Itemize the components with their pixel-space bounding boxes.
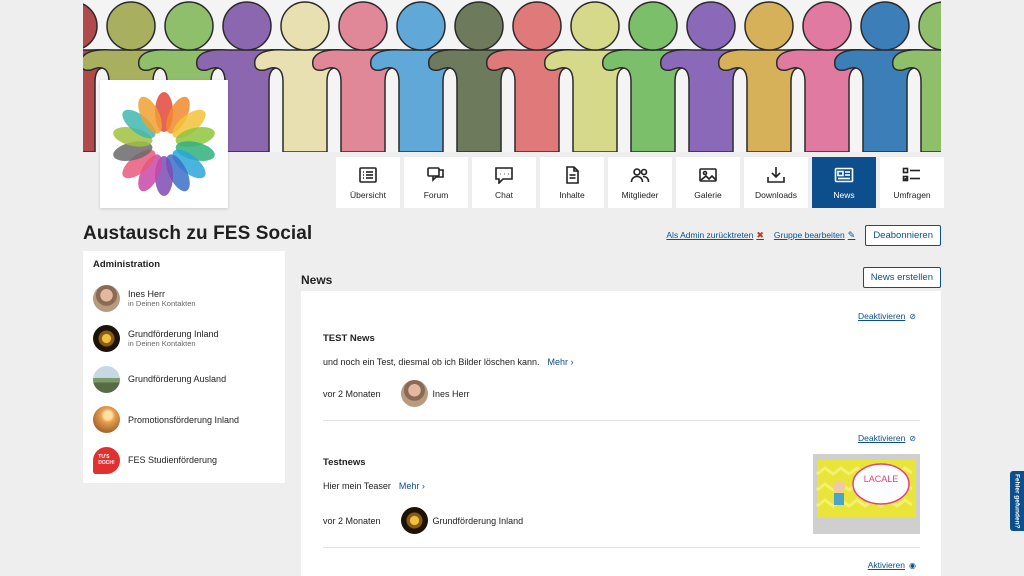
more-label: Mehr xyxy=(547,357,568,367)
tab-label: Mitglieder xyxy=(621,189,659,200)
news-author[interactable]: Ines Herr xyxy=(433,389,470,399)
avatar xyxy=(93,365,120,393)
news-item: Deaktivieren ⊘ Testnews Hier mein Teaser M… xyxy=(323,421,920,548)
deactivate-link[interactable]: Deaktivieren ⊘ xyxy=(858,433,916,443)
leave-admin-link[interactable]: Als Admin zurücktreten ✖ xyxy=(666,230,763,241)
activate-label: Aktivieren xyxy=(867,560,906,570)
member-name: FES Studienförderung xyxy=(128,455,218,466)
chevron-right-icon: › xyxy=(570,357,574,367)
pencil-icon: ✎ xyxy=(847,230,856,240)
more-link[interactable]: Mehr › xyxy=(399,481,425,491)
poll-icon xyxy=(902,167,920,181)
news-item: Aktivieren ◉ xyxy=(323,548,920,576)
tab-label: Inhalte xyxy=(559,189,585,200)
group-tabs: Übersicht Forum Chat Inhalte Mitglieder … xyxy=(336,157,944,208)
news-icon xyxy=(834,167,854,182)
news-teaser: Hier mein Teaser Mehr › xyxy=(323,481,425,491)
tab-chat[interactable]: Chat xyxy=(472,157,536,208)
group-page: Übersicht Forum Chat Inhalte Mitglieder … xyxy=(0,0,1024,576)
group-actions: Als Admin zurücktreten ✖ Gruppe bearbeite… xyxy=(666,225,941,246)
member-name: Grundförderung Ausland xyxy=(128,374,227,385)
avatar: TU'S DOCH! xyxy=(93,446,120,474)
tab-gallery[interactable]: Galerie xyxy=(676,157,740,208)
news-title[interactable]: TEST News xyxy=(323,333,375,344)
member-item[interactable]: Grundförderung Inland in Deinen Kontakte… xyxy=(93,319,275,360)
tab-label: Übersicht xyxy=(350,189,386,200)
unsubscribe-button[interactable]: Deabonnieren xyxy=(865,225,941,246)
eye-slash-icon: ⊘ xyxy=(909,434,916,443)
news-section-heading: News xyxy=(301,273,333,287)
deactivate-label: Deaktivieren xyxy=(858,311,906,321)
avatar xyxy=(93,284,120,312)
news-thumbnail[interactable]: LACALE xyxy=(813,454,920,534)
deactivate-label: Deaktivieren xyxy=(858,433,906,443)
avatar[interactable] xyxy=(400,380,428,407)
member-item[interactable]: Promotionsförderung Inland xyxy=(93,400,275,441)
tab-downloads[interactable]: Downloads xyxy=(744,157,808,208)
news-meta: vor 2 Monaten Grundförderung Inland xyxy=(323,507,523,534)
news-teaser-text: und noch ein Test, diesmal ob ich Bilder… xyxy=(323,357,540,367)
tab-label: Downloads xyxy=(754,189,798,200)
avatar[interactable] xyxy=(400,507,428,534)
member-sub: in Deinen Kontakten xyxy=(128,339,196,349)
chat-icon xyxy=(495,166,513,184)
create-news-button[interactable]: News erstellen xyxy=(862,267,941,288)
news-teaser-text: Hier mein Teaser xyxy=(323,481,391,491)
avatar xyxy=(93,325,120,353)
tab-label: News xyxy=(833,189,855,200)
list-icon xyxy=(359,166,377,183)
chevron-right-icon: › xyxy=(421,481,425,491)
download-icon xyxy=(767,166,785,183)
edit-group-link[interactable]: Gruppe bearbeiten ✎ xyxy=(774,230,855,241)
member-item[interactable]: Ines Herr in Deinen Kontakten xyxy=(93,278,275,319)
members-icon xyxy=(630,167,650,182)
sidebar-heading: Administration xyxy=(93,259,161,270)
news-time: vor 2 Monaten xyxy=(323,388,381,399)
admin-sidebar: Administration Ines Herr in Deinen Konta… xyxy=(83,251,285,483)
thumbnail-text: LACALE xyxy=(864,474,899,484)
tab-forum[interactable]: Forum xyxy=(404,157,468,208)
news-time: vor 2 Monaten xyxy=(323,515,381,526)
member-name: Promotionsförderung Inland xyxy=(128,414,240,425)
activate-link[interactable]: Aktivieren ◉ xyxy=(868,560,916,570)
news-list: Deaktivieren ⊘ TEST News und noch ein Tes… xyxy=(301,291,941,576)
tab-content[interactable]: Inhalte xyxy=(540,157,604,208)
tab-members[interactable]: Mitglieder xyxy=(608,157,672,208)
avatar xyxy=(93,406,120,434)
more-label: Mehr xyxy=(398,481,420,491)
member-item[interactable]: TU'S DOCH! FES Studienförderung xyxy=(93,440,275,481)
member-name: Ines Herr xyxy=(128,288,166,299)
news-item: Deaktivieren ⊘ TEST News und noch ein Tes… xyxy=(323,291,920,421)
tab-label: Chat xyxy=(495,189,513,200)
tab-label: Forum xyxy=(423,189,449,200)
edit-group-label: Gruppe bearbeiten xyxy=(773,230,845,240)
page-title: Austausch zu FES Social xyxy=(83,223,313,244)
member-item[interactable]: Grundförderung Ausland xyxy=(93,359,275,400)
eye-icon: ◉ xyxy=(909,561,916,570)
image-icon xyxy=(699,167,717,182)
member-name: Grundförderung Inland xyxy=(128,329,219,340)
news-meta: vor 2 Monaten Ines Herr xyxy=(323,380,470,407)
news-author[interactable]: Grundförderung Inland xyxy=(433,516,524,526)
deactivate-link[interactable]: Deaktivieren ⊘ xyxy=(858,311,916,321)
document-icon xyxy=(566,165,579,184)
news-teaser: und noch ein Test, diesmal ob ich Bilder… xyxy=(323,357,574,367)
tab-overview[interactable]: Übersicht xyxy=(336,157,400,208)
leave-admin-label: Als Admin zurücktreten xyxy=(666,230,754,240)
chat-bubbles-icon xyxy=(427,166,444,182)
feedback-label: Fehler gefunden? xyxy=(1013,473,1021,529)
tab-label: Umfragen xyxy=(893,189,931,200)
tab-polls[interactable]: Umfragen xyxy=(880,157,944,208)
group-logo xyxy=(100,80,228,208)
feedback-tab[interactable]: Fehler gefunden? xyxy=(1010,471,1024,531)
news-title[interactable]: Testnews xyxy=(323,457,366,468)
close-icon: ✖ xyxy=(756,230,764,240)
tab-news[interactable]: News xyxy=(812,157,876,208)
more-link[interactable]: Mehr › xyxy=(547,357,573,367)
eye-slash-icon: ⊘ xyxy=(909,312,916,321)
tab-label: Galerie xyxy=(694,189,722,200)
member-sub: in Deinen Kontakten xyxy=(128,298,196,308)
